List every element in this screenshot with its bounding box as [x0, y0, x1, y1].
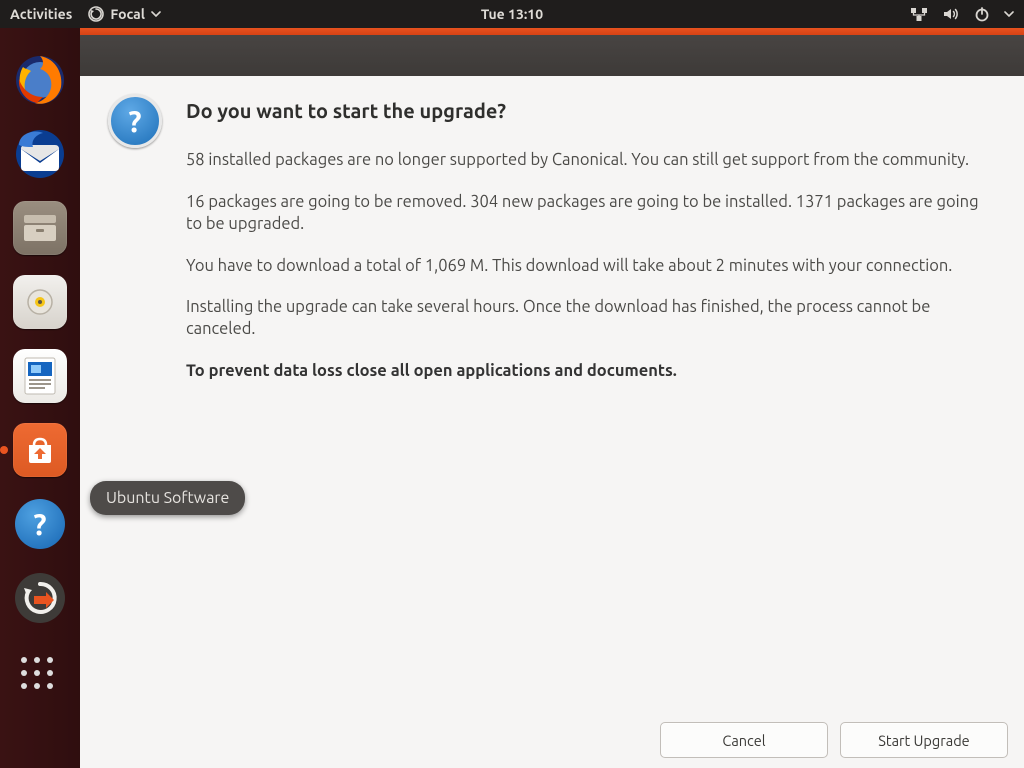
files-icon	[13, 201, 67, 255]
app-menu[interactable]: Focal	[88, 6, 161, 22]
update-manager-icon	[88, 6, 104, 22]
support-text: 58 installed packages are no longer supp…	[186, 150, 988, 172]
help-icon: ?	[15, 499, 65, 549]
chevron-down-icon	[151, 11, 161, 17]
cancel-button[interactable]: Cancel	[660, 722, 828, 758]
install-time-text: Installing the upgrade can take several …	[186, 297, 988, 341]
dock-tooltip: Ubuntu Software	[90, 481, 245, 515]
dialog-content: ? Do you want to start the upgrade? 58 i…	[80, 76, 1024, 768]
ubuntu-software-icon	[13, 423, 67, 477]
top-panel: Activities Focal Tue 13:10	[0, 0, 1024, 28]
dialog-button-row: Cancel Start Upgrade	[660, 722, 1008, 758]
dock-item-rhythmbox[interactable]	[12, 274, 68, 330]
upgrade-window: ? Do you want to start the upgrade? 58 i…	[80, 28, 1024, 768]
activities-button[interactable]: Activities	[10, 6, 72, 22]
software-updater-icon	[15, 573, 65, 623]
dock-item-software-updater[interactable]	[12, 570, 68, 626]
apps-grid-icon	[21, 657, 59, 695]
dock: ?	[0, 28, 80, 768]
changes-text: 16 packages are going to be removed. 304…	[186, 192, 988, 236]
dock-item-ubuntu-software[interactable]	[12, 422, 68, 478]
warning-text: To prevent data loss close all open appl…	[186, 361, 988, 383]
system-menu-chevron[interactable]	[1004, 11, 1014, 17]
dialog-heading: Do you want to start the upgrade?	[186, 98, 988, 124]
start-upgrade-button[interactable]: Start Upgrade	[840, 722, 1008, 758]
question-icon: ?	[108, 94, 162, 148]
rhythmbox-icon	[13, 275, 67, 329]
app-menu-label: Focal	[110, 6, 145, 22]
dock-item-help[interactable]: ?	[12, 496, 68, 552]
firefox-icon	[13, 53, 67, 107]
network-icon[interactable]	[910, 6, 928, 22]
writer-icon	[13, 349, 67, 403]
thunderbird-icon	[13, 127, 67, 181]
window-titlebar[interactable]	[80, 28, 1024, 77]
clock[interactable]: Tue 13:10	[481, 6, 543, 22]
dock-item-files[interactable]	[12, 200, 68, 256]
volume-icon[interactable]	[942, 6, 960, 22]
download-text: You have to download a total of 1,069 M.…	[186, 256, 988, 278]
dock-item-show-apps[interactable]	[12, 648, 68, 704]
dock-item-writer[interactable]	[12, 348, 68, 404]
dock-item-thunderbird[interactable]	[12, 126, 68, 182]
power-icon[interactable]	[974, 6, 990, 22]
dock-item-firefox[interactable]	[12, 52, 68, 108]
